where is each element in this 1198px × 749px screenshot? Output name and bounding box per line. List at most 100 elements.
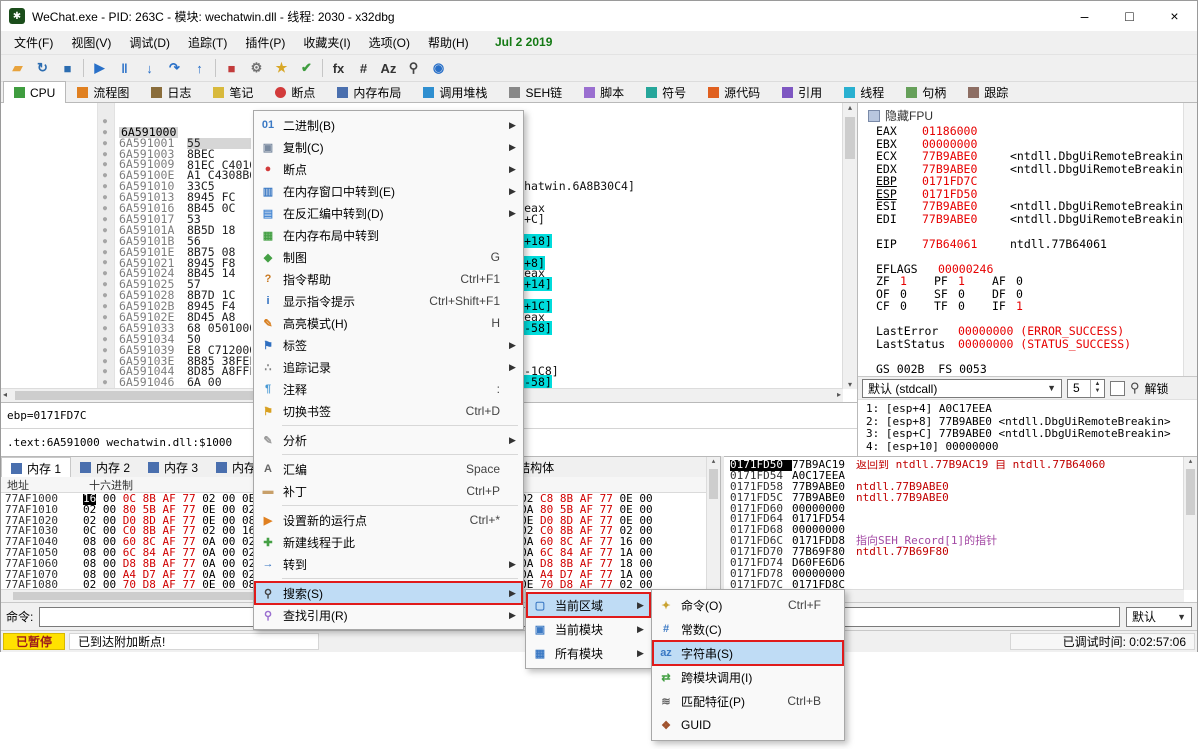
close-button[interactable]: × — [1152, 1, 1197, 31]
menu-breakpoint[interactable]: ● 断点 ▶ — [255, 158, 522, 180]
hide-fpu-button[interactable]: 隐藏FPU — [868, 107, 933, 124]
menu-all-modules[interactable]: ▦ 所有模块 ▶ — [527, 641, 650, 665]
command-profile-select[interactable]: 默认▼ — [1126, 607, 1192, 627]
pause-icon[interactable]: ‖ — [112, 57, 137, 80]
menu-binary[interactable]: 01 二进制(B) ▶ — [255, 114, 522, 136]
tab-dump-1[interactable]: 内存 1 — [1, 457, 71, 478]
menu-search-pattern[interactable]: ≋ 匹配特征(P) Ctrl+B ▶ — [653, 689, 843, 713]
settings-icon[interactable]: ⚙ — [244, 57, 269, 80]
menu-comment[interactable]: ¶ 注释 : ▶ — [255, 378, 522, 400]
maximize-button[interactable]: □ — [1107, 1, 1152, 31]
menu-copy[interactable]: ▣ 复制(C) ▶ — [255, 136, 522, 158]
scrollbar-thumb[interactable] — [709, 469, 718, 499]
restart-icon[interactable]: ↻ — [30, 57, 55, 80]
menu-set-new-origin[interactable]: ▶ 设置新的运行点 Ctrl+* ▶ — [255, 509, 522, 531]
argument-row[interactable]: 3: [esp+C] 77B9ABE0 <ntdll.DbgUiRemoteBr… — [866, 428, 1197, 441]
scrollbar-thumb[interactable] — [1186, 469, 1195, 515]
registers-scrollbar[interactable] — [1183, 103, 1197, 376]
menu-new-thread-here[interactable]: ✚ 新建线程于此 ▶ — [255, 531, 522, 553]
tab-cpu[interactable]: CPU — [3, 81, 66, 103]
tab-seh-chain[interactable]: SEH链 — [498, 81, 573, 102]
comment-icon[interactable]: ◉ — [426, 57, 451, 80]
calling-convention-select[interactable]: 默认 (stdcall)▼ — [862, 379, 1062, 398]
segment-registers-row[interactable]: GS 002B FS 0053 — [876, 363, 1181, 376]
open-file-icon[interactable]: ▰ — [5, 57, 30, 80]
menu-follow-in-dump[interactable]: ▥ 在内存窗口中转到(E) ▶ — [255, 180, 522, 202]
unlock-checkbox[interactable] — [1110, 381, 1125, 396]
menu-current-module[interactable]: ▣ 当前模块 ▶ — [527, 617, 650, 641]
run-icon[interactable]: ▶ — [87, 57, 112, 80]
menu-mnemonic-brief[interactable]: i 显示指令提示 Ctrl+Shift+F1 ▶ — [255, 290, 522, 312]
argument-row[interactable]: 4: [esp+10] 00000000 — [866, 441, 1197, 454]
menu-mnemonic-help[interactable]: ? 指令帮助 Ctrl+F1 ▶ — [255, 268, 522, 290]
register-row-eflags[interactable]: EFLAGS00000246 — [876, 263, 1181, 276]
menu-search-guid[interactable]: ❖ GUID ▶ — [653, 713, 843, 737]
favourites-icon[interactable]: ★ — [269, 57, 294, 80]
menu-goto[interactable]: → 转到 ▶ — [255, 553, 522, 575]
tab-handles[interactable]: 句柄 — [895, 81, 957, 102]
register-row[interactable]: EBP0171FD7C — [876, 175, 1181, 188]
stepper-arrows-icon[interactable]: ▲▼ — [1090, 380, 1104, 397]
menubar-view[interactable]: 视图(V) — [62, 31, 120, 54]
argument-row[interactable]: 1: [esp+4] A0C17EEA — [866, 403, 1197, 416]
menu-search-command[interactable]: ✦ 命令(O) Ctrl+F ▶ — [653, 593, 843, 617]
flags-line-3[interactable]: CF0TF0IF1 — [876, 300, 1181, 313]
tab-dump-2[interactable]: 内存 2 — [71, 458, 139, 477]
tab-memory-map[interactable]: 内存布局 — [326, 81, 412, 102]
stop-icon[interactable]: ■ — [55, 57, 80, 80]
search-icon[interactable]: ⚲ — [401, 57, 426, 80]
tab-source[interactable]: 源代码 — [697, 81, 771, 102]
constant-icon[interactable]: # — [351, 57, 376, 80]
menu-search-strings[interactable]: az 字符串(S) ▶ — [653, 641, 843, 665]
register-row[interactable]: EAX01186000 — [876, 125, 1181, 138]
menubar-options[interactable]: 选项(O) — [360, 31, 419, 54]
tab-references[interactable]: 引用 — [771, 81, 833, 102]
flags-line-1[interactable]: ZF1PF1AF0 — [876, 275, 1181, 288]
menu-graph[interactable]: ◆ 制图 G ▶ — [255, 246, 522, 268]
scrollbar-thumb[interactable] — [845, 117, 855, 159]
step-over-icon[interactable]: ↷ — [162, 57, 187, 80]
flags-line-2[interactable]: OF0SF0DF0 — [876, 288, 1181, 301]
tab-threads[interactable]: 线程 — [833, 81, 895, 102]
menubar-plugins[interactable]: 插件(P) — [236, 31, 294, 54]
stack-vertical-scrollbar[interactable]: ▴ — [1183, 457, 1197, 590]
menu-separator[interactable]: ▶ — [255, 578, 522, 579]
menu-search-constant[interactable]: # 常数(C) ▶ — [653, 617, 843, 641]
tab-log[interactable]: 日志 — [140, 81, 202, 102]
tab-dump-3[interactable]: 内存 3 — [139, 458, 207, 477]
menu-label[interactable]: ⚑ 标签 ▶ — [255, 334, 522, 356]
menu-find-references[interactable]: ⚲ 查找引用(R) ▶ — [255, 604, 522, 626]
menu-follow-in-memory-map[interactable]: ▦ 在内存布局中转到 ▶ — [255, 224, 522, 246]
menu-separator[interactable]: ▶ — [255, 425, 522, 426]
menubar-file[interactable]: 文件(F) — [5, 31, 62, 54]
menu-separator[interactable]: ▶ — [255, 454, 522, 455]
menu-trace-record[interactable]: ∴ 追踪记录 ▶ — [255, 356, 522, 378]
tab-notes[interactable]: 笔记 — [202, 81, 264, 102]
dump-vertical-scrollbar[interactable]: ▴ — [706, 457, 720, 590]
tab-script[interactable]: 脚本 — [573, 81, 635, 102]
menu-search[interactable]: ⚲ 搜索(S) ▶ — [255, 582, 522, 604]
last-status-row[interactable]: LastStatus00000000 (STATUS_SUCCESS) — [876, 338, 1181, 351]
tab-symbols[interactable]: 符号 — [635, 81, 697, 102]
menu-search-intermodular-calls[interactable]: ⇄ 跨模块调用(I) ▶ — [653, 665, 843, 689]
menu-follow-in-disasm[interactable]: ▤ 在反汇编中转到(D) ▶ — [255, 202, 522, 224]
tab-trace[interactable]: 跟踪 — [957, 81, 1019, 102]
argument-count-stepper[interactable]: 5▲▼ — [1067, 379, 1105, 398]
minimize-button[interactable]: – — [1062, 1, 1107, 31]
menu-separator[interactable]: ▶ — [255, 505, 522, 506]
menu-patches[interactable]: ▬ 补丁 Ctrl+P ▶ — [255, 480, 522, 502]
highlight-fx-icon[interactable]: fx — [326, 57, 351, 80]
tab-breakpoints[interactable]: 断点 — [264, 81, 326, 102]
menu-toggle-bookmark[interactable]: ⚑ 切换书签 Ctrl+D ▶ — [255, 400, 522, 422]
step-into-icon[interactable]: ↓ — [137, 57, 162, 80]
disasm-vertical-scrollbar[interactable]: ▴▾ — [842, 103, 857, 389]
menubar-help[interactable]: 帮助(H) — [419, 31, 478, 54]
menubar-trace[interactable]: 追踪(T) — [179, 31, 236, 54]
menubar-favourites[interactable]: 收藏夹(I) — [294, 31, 359, 54]
menu-analysis[interactable]: ✎ 分析 ▶ — [255, 429, 522, 451]
menu-highlight-mode[interactable]: ✎ 高亮模式(H) H ▶ — [255, 312, 522, 334]
register-row[interactable]: EDI77B9ABE0<ntdll.DbgUiRemoteBreakin> — [876, 213, 1181, 226]
register-row-eip[interactable]: EIP77B64061ntdll.77B64061 — [876, 238, 1181, 251]
menubar-debug[interactable]: 调试(D) — [120, 31, 179, 54]
patches-icon[interactable]: ✔ — [294, 57, 319, 80]
